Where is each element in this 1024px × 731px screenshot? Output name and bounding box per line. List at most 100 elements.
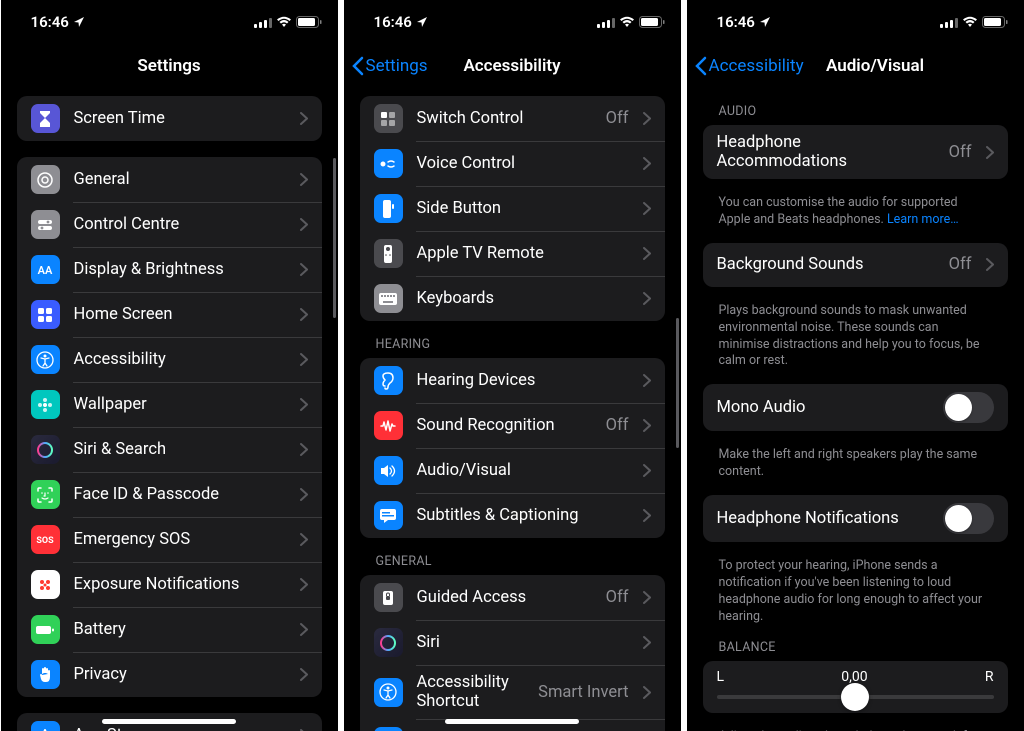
scrollbar[interactable]: [676, 318, 679, 448]
status-time: 16:46: [374, 13, 412, 31]
slider-label-left: L: [717, 669, 725, 685]
balance-slider-container: L 0,00 R: [703, 661, 1008, 713]
battery-icon: [31, 615, 60, 644]
row-audio-visual[interactable]: Audio/Visual: [360, 448, 665, 493]
row-exposure[interactable]: Exposure Notifications: [17, 562, 322, 607]
row-label: Switch Control: [417, 109, 592, 128]
chevron-icon: [300, 112, 308, 125]
row-value: Off: [606, 588, 629, 607]
voice-icon: [374, 149, 403, 178]
row-side-button[interactable]: Side Button: [360, 186, 665, 231]
nav-title: Settings: [137, 56, 200, 76]
footer-headphone-accom: You can customise the audio for supporte…: [719, 195, 992, 229]
row-emergency-sos[interactable]: SOS Emergency SOS: [17, 517, 322, 562]
row-label: Hearing Devices: [417, 371, 629, 390]
toggle-mono-audio[interactable]: [943, 392, 994, 423]
row-wallpaper[interactable]: Wallpaper: [17, 382, 322, 427]
row-accessibility[interactable]: Accessibility: [17, 337, 322, 382]
chevron-icon: [300, 533, 308, 546]
battery-icon: [639, 16, 665, 28]
chevron-icon: [300, 308, 308, 321]
chevron-icon: [643, 591, 651, 604]
scrollbar[interactable]: [333, 158, 336, 318]
wifi-icon: [619, 16, 635, 28]
signal-icon: [940, 17, 958, 28]
row-headphone-accommodations[interactable]: Headphone Accommodations Off: [703, 125, 1008, 179]
row-face-id[interactable]: Face ID & Passcode: [17, 472, 322, 517]
chevron-icon: [643, 509, 651, 522]
row-headphone-notifications[interactable]: Headphone Notifications: [703, 495, 1008, 542]
row-control-centre[interactable]: Control Centre: [17, 202, 322, 247]
switch-icon: [374, 104, 403, 133]
sos-icon: SOS: [31, 525, 60, 554]
row-label: Headphone Notifications: [717, 509, 929, 528]
footer-mono-audio: Make the left and right speakers play th…: [719, 447, 992, 481]
ear-icon: [374, 366, 403, 395]
section-header-hearing: Hearing: [376, 337, 649, 352]
svg-text:AA: AA: [38, 264, 53, 277]
row-value: Smart Invert: [538, 683, 628, 702]
row-display-brightness[interactable]: AA Display & Brightness: [17, 247, 322, 292]
phone-accessibility: 16:46 Settings Accessibility Switch Cont…: [344, 0, 681, 731]
row-apple-tv-remote[interactable]: Apple TV Remote: [360, 231, 665, 276]
location-icon: [416, 16, 428, 28]
home-indicator[interactable]: [445, 719, 579, 724]
home-indicator[interactable]: [102, 719, 236, 724]
battery-icon: [982, 16, 1008, 28]
back-button[interactable]: Accessibility: [695, 56, 804, 76]
chevron-icon: [986, 258, 994, 271]
section-header-general: General: [376, 554, 649, 569]
flower-icon: [31, 390, 60, 419]
back-button[interactable]: Settings: [352, 56, 428, 76]
footer-background-sounds: Plays background sounds to mask unwanted…: [719, 303, 992, 371]
chevron-icon: [643, 686, 651, 699]
row-subtitles[interactable]: Subtitles & Captioning: [360, 493, 665, 538]
chevron-icon: [300, 443, 308, 456]
row-label: Subtitles & Captioning: [417, 506, 629, 525]
chevron-icon: [300, 623, 308, 636]
row-keyboards[interactable]: Keyboards: [360, 276, 665, 321]
row-label: Emergency SOS: [74, 530, 286, 549]
row-label: General: [74, 170, 286, 189]
chevron-icon: [643, 112, 651, 125]
slider-thumb[interactable]: [841, 683, 869, 711]
row-general[interactable]: General: [17, 157, 322, 202]
row-label: Keyboards: [417, 289, 629, 308]
row-background-sounds[interactable]: Background Sounds Off: [703, 243, 1008, 287]
toggle-headphone-notifications[interactable]: [943, 503, 994, 534]
row-voice-control[interactable]: Voice Control: [360, 141, 665, 186]
gear-icon: [31, 165, 60, 194]
row-label: Apple TV Remote: [417, 244, 629, 263]
learn-more-link[interactable]: Learn more…: [887, 212, 959, 227]
chevron-icon: [643, 636, 651, 649]
row-screen-time[interactable]: Screen Time: [17, 96, 322, 141]
chevron-icon: [643, 464, 651, 477]
chevron-icon: [300, 578, 308, 591]
row-sound-recognition[interactable]: Sound Recognition Off: [360, 403, 665, 448]
row-siri-search[interactable]: Siri & Search: [17, 427, 322, 472]
row-switch-control[interactable]: Switch Control Off: [360, 96, 665, 141]
nav-bar: Settings Accessibility: [344, 44, 681, 88]
row-label: Privacy: [74, 665, 286, 684]
row-hearing-devices[interactable]: Hearing Devices: [360, 358, 665, 403]
row-siri[interactable]: Siri: [360, 620, 665, 665]
row-label: Voice Control: [417, 154, 629, 173]
row-label: Home Screen: [74, 305, 286, 324]
row-guided-access[interactable]: Guided Access Off: [360, 575, 665, 620]
row-privacy[interactable]: Privacy: [17, 652, 322, 697]
back-label: Accessibility: [709, 56, 804, 76]
nav-bar: Settings: [1, 44, 338, 88]
row-battery[interactable]: Battery: [17, 607, 322, 652]
wifi-icon: [276, 16, 292, 28]
row-label: Exposure Notifications: [74, 575, 286, 594]
speaker-icon: [374, 456, 403, 485]
row-label: Wallpaper: [74, 395, 286, 414]
row-accessibility-shortcut[interactable]: Accessibility Shortcut Smart Invert: [360, 665, 665, 719]
row-home-screen[interactable]: Home Screen: [17, 292, 322, 337]
row-mono-audio[interactable]: Mono Audio: [703, 384, 1008, 431]
balance-slider[interactable]: [717, 695, 994, 699]
status-bar: 16:46: [1, 0, 338, 44]
accessibility-icon: [31, 345, 60, 374]
status-time: 16:46: [31, 13, 69, 31]
perapp-icon: [374, 727, 403, 731]
